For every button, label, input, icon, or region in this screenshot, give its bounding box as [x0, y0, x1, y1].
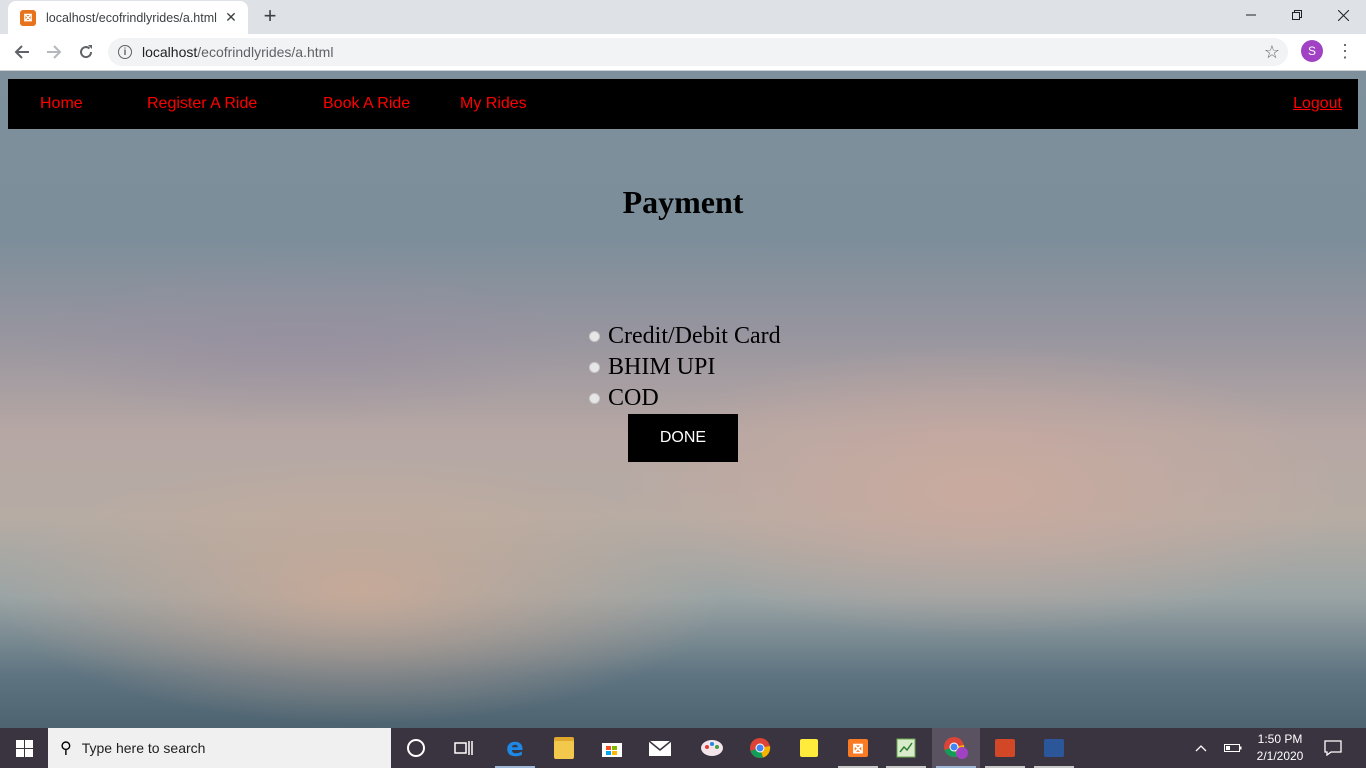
browser-toolbar: i localhost/ecofrindlyrides/a.html ☆ — [0, 34, 1366, 70]
store-icon[interactable] — [588, 728, 636, 768]
new-tab-button[interactable]: + — [259, 5, 281, 27]
logout-link[interactable]: Logout — [1293, 95, 1342, 113]
search-placeholder: Type here to search — [81, 740, 206, 756]
radio-cod[interactable] — [589, 393, 600, 404]
taskbar-search[interactable]: ⚲ Type here to search — [48, 728, 391, 768]
restore-button[interactable] — [1274, 0, 1320, 30]
site-navbar: Home Register A Ride Book A Ride My Ride… — [8, 79, 1358, 129]
chrome-profile-icon[interactable] — [932, 728, 980, 768]
close-icon — [1337, 9, 1349, 21]
option-label: COD — [608, 385, 659, 411]
restore-icon — [1292, 10, 1302, 20]
windows-logo-icon — [15, 739, 33, 757]
show-hidden-icons-icon[interactable] — [1188, 728, 1214, 768]
bookmark-star-icon[interactable]: ☆ — [1264, 42, 1280, 63]
mail-icon[interactable] — [636, 728, 684, 768]
payment-option-card[interactable]: Credit/Debit Card — [589, 321, 781, 352]
powerpoint-icon[interactable] — [981, 728, 1029, 768]
sticky-notes-icon[interactable] — [785, 728, 833, 768]
reload-button[interactable] — [74, 40, 98, 64]
back-button[interactable] — [10, 40, 34, 64]
radio-bhim-upi[interactable] — [589, 362, 600, 373]
radio-credit-debit-card[interactable] — [589, 331, 600, 342]
profile-avatar[interactable]: S — [1301, 40, 1323, 62]
window-close-button[interactable] — [1320, 0, 1366, 30]
clock-date: 2/1/2020 — [1256, 749, 1304, 763]
search-icon: ⚲ — [60, 740, 72, 757]
option-label: BHIM UPI — [608, 354, 716, 380]
page-title: Payment — [622, 184, 744, 220]
notification-center-icon[interactable] — [1318, 728, 1348, 768]
chrome-icon[interactable] — [736, 728, 784, 768]
paint-icon[interactable] — [688, 728, 736, 768]
browser-tab[interactable]: ⊠ localhost/ecofrindlyrides/a.html ✕ — [8, 1, 248, 34]
nav-my-rides-link[interactable]: My Rides — [460, 95, 527, 113]
windows-taskbar: ⚲ Type here to search e ⊠ 1:50 PM 2/1/20… — [0, 728, 1366, 768]
system-clock[interactable]: 1:50 PM 2/1/2020 — [1250, 731, 1310, 765]
minimize-icon — [1246, 14, 1256, 16]
forward-arrow-icon — [47, 45, 62, 59]
browser-tab-bar: ⊠ localhost/ecofrindlyrides/a.html ✕ + — [0, 0, 1366, 34]
edge-icon[interactable]: e — [491, 728, 539, 768]
file-explorer-icon[interactable] — [540, 728, 588, 768]
url-text[interactable]: localhost/ecofrindlyrides/a.html — [142, 44, 333, 60]
nav-home-link[interactable]: Home — [40, 95, 83, 113]
battery-icon[interactable] — [1220, 728, 1246, 768]
task-view-icon[interactable] — [440, 728, 488, 768]
payment-options: Credit/Debit Card BHIM UPI COD — [589, 321, 781, 414]
payment-option-cod[interactable]: COD — [589, 383, 781, 414]
word-icon[interactable] — [1030, 728, 1078, 768]
done-button[interactable]: DONE — [628, 414, 738, 462]
xampp-favicon-icon: ⊠ — [20, 9, 36, 26]
xampp-icon[interactable]: ⊠ — [834, 728, 882, 768]
nav-book-ride-link[interactable]: Book A Ride — [323, 95, 410, 113]
tab-title: localhost/ecofrindlyrides/a.html — [46, 10, 217, 25]
minimize-button[interactable] — [1228, 0, 1274, 30]
payment-option-upi[interactable]: BHIM UPI — [589, 352, 781, 383]
nav-register-ride-link[interactable]: Register A Ride — [147, 95, 257, 113]
address-bar[interactable]: i localhost/ecofrindlyrides/a.html ☆ — [108, 38, 1288, 66]
cortana-icon[interactable] — [392, 728, 440, 768]
page-content: Home Register A Ride Book A Ride My Ride… — [0, 71, 1366, 728]
info-icon[interactable]: i — [118, 45, 132, 59]
reload-icon — [80, 45, 93, 59]
back-arrow-icon — [14, 45, 29, 59]
forward-button[interactable] — [42, 40, 66, 64]
start-button[interactable] — [0, 728, 48, 768]
notepad-icon[interactable] — [882, 728, 930, 768]
tab-close-icon[interactable]: ✕ — [222, 9, 240, 26]
browser-menu-icon[interactable]: ⋮ — [1336, 41, 1354, 63]
option-label: Credit/Debit Card — [608, 323, 781, 349]
clock-time: 1:50 PM — [1257, 732, 1303, 746]
